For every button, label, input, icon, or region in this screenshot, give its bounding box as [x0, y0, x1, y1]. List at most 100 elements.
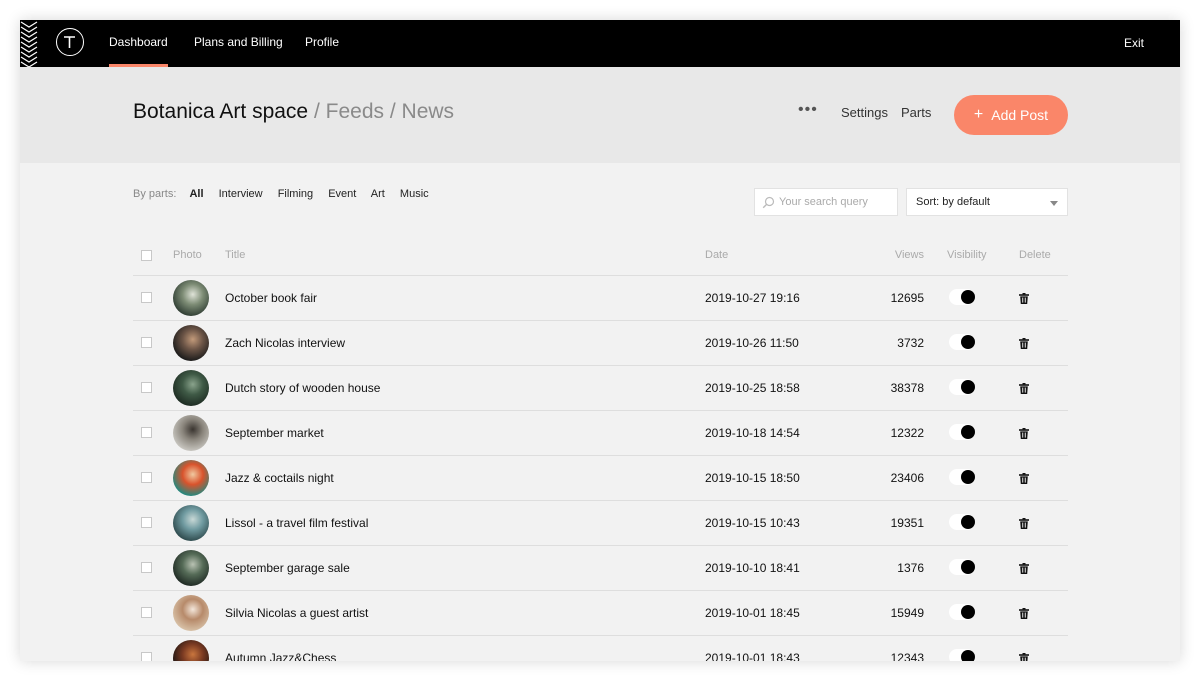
toggle-knob	[961, 425, 975, 439]
table-row[interactable]: September garage sale 2019-10-10 18:41 1…	[133, 546, 1068, 591]
post-photo	[173, 550, 209, 586]
filter-music[interactable]: Music	[400, 188, 429, 200]
app-frame: Dashboard Plans and Billing Profile Exit…	[20, 20, 1180, 661]
column-visibility: Visibility	[947, 249, 987, 261]
post-photo	[173, 640, 209, 661]
row-checkbox[interactable]	[141, 427, 152, 438]
exit-button[interactable]: Exit	[1124, 20, 1144, 67]
table-row[interactable]: September market 2019-10-18 14:54 12322	[133, 411, 1068, 456]
visibility-toggle[interactable]	[949, 514, 975, 530]
post-title[interactable]: Dutch story of wooden house	[225, 366, 380, 410]
row-checkbox[interactable]	[141, 607, 152, 618]
post-title[interactable]: September garage sale	[225, 546, 350, 590]
post-date: 2019-10-01 18:45	[705, 606, 800, 620]
breadcrumb-current-page: News	[401, 100, 455, 123]
row-checkbox[interactable]	[141, 472, 152, 483]
plus-icon: +	[973, 106, 984, 123]
row-checkbox[interactable]	[141, 382, 152, 393]
post-photo	[173, 325, 209, 361]
visibility-toggle[interactable]	[949, 604, 975, 620]
visibility-toggle[interactable]	[949, 559, 975, 575]
visibility-toggle[interactable]	[949, 334, 975, 350]
add-post-label: Add Post	[991, 107, 1049, 123]
post-date: 2019-10-26 11:50	[705, 336, 799, 350]
part-filters: By parts: All Interview Filming Event Ar…	[133, 188, 441, 200]
filter-event[interactable]: Event	[328, 188, 356, 200]
table-row[interactable]: Lissol - a travel film festival 2019-10-…	[133, 501, 1068, 546]
nav-plans-and-billing[interactable]: Plans and Billing	[194, 20, 283, 67]
row-checkbox[interactable]	[141, 562, 152, 573]
chevron-down-icon	[1050, 201, 1058, 206]
trash-icon[interactable]	[1019, 473, 1029, 484]
table-row[interactable]: Zach Nicolas interview 2019-10-26 11:50 …	[133, 321, 1068, 366]
filter-interview[interactable]: Interview	[219, 188, 263, 200]
row-checkbox[interactable]	[141, 337, 152, 348]
visibility-toggle[interactable]	[949, 649, 975, 661]
toggle-knob	[961, 515, 975, 529]
filter-filming[interactable]: Filming	[278, 188, 313, 200]
posts-table: Photo Title Date Views Visibility Delete…	[133, 241, 1068, 661]
zigzag-pattern-icon	[20, 21, 38, 67]
visibility-toggle[interactable]	[949, 469, 975, 485]
visibility-toggle[interactable]	[949, 289, 975, 305]
table-row[interactable]: Silvia Nicolas a guest artist 2019-10-01…	[133, 591, 1068, 636]
breadcrumb-separator: /	[389, 100, 396, 123]
trash-icon[interactable]	[1019, 653, 1029, 661]
sort-select[interactable]: Sort: by default	[906, 188, 1068, 216]
post-title[interactable]: September market	[225, 411, 324, 455]
post-title[interactable]: Lissol - a travel film festival	[225, 501, 368, 545]
settings-link[interactable]: Settings	[841, 105, 888, 120]
trash-icon[interactable]	[1019, 428, 1029, 439]
post-title[interactable]: Autumn Jazz&Chess	[225, 636, 336, 661]
parts-link[interactable]: Parts	[901, 105, 931, 120]
post-views: 12322	[890, 426, 924, 440]
nav-profile[interactable]: Profile	[305, 20, 339, 67]
filter-all[interactable]: All	[189, 188, 203, 200]
toggle-knob	[961, 560, 975, 574]
select-all-checkbox[interactable]	[141, 250, 152, 261]
trash-icon[interactable]	[1019, 383, 1029, 394]
post-date: 2019-10-15 10:43	[705, 516, 800, 530]
column-date[interactable]: Date	[705, 241, 728, 269]
trash-icon[interactable]	[1019, 293, 1029, 304]
post-views: 38378	[890, 381, 924, 395]
filters-label: By parts:	[133, 188, 177, 200]
search-input[interactable]	[779, 189, 894, 215]
post-title[interactable]: Jazz & coctails night	[225, 456, 334, 500]
post-views: 23406	[890, 471, 924, 485]
add-post-button[interactable]: + Add Post	[954, 95, 1068, 135]
table-row[interactable]: Jazz & coctails night 2019-10-15 18:50 2…	[133, 456, 1068, 501]
row-checkbox[interactable]	[141, 517, 152, 528]
post-title[interactable]: Silvia Nicolas a guest artist	[225, 591, 368, 635]
search-box	[754, 188, 898, 216]
breadcrumb-feeds[interactable]: Feeds	[326, 100, 384, 123]
post-photo	[173, 370, 209, 406]
breadcrumb-project[interactable]: Botanica Art space	[133, 100, 308, 123]
visibility-toggle[interactable]	[949, 379, 975, 395]
toggle-knob	[961, 335, 975, 349]
post-title[interactable]: October book fair	[225, 276, 317, 320]
visibility-toggle[interactable]	[949, 424, 975, 440]
post-photo	[173, 595, 209, 631]
post-title[interactable]: Zach Nicolas interview	[225, 321, 345, 365]
row-checkbox[interactable]	[141, 292, 152, 303]
t-logo-icon[interactable]	[56, 28, 84, 56]
toggle-knob	[961, 605, 975, 619]
table-row[interactable]: October book fair 2019-10-27 19:16 12695	[133, 276, 1068, 321]
post-date: 2019-10-10 18:41	[705, 561, 800, 575]
trash-icon[interactable]	[1019, 338, 1029, 349]
toggle-knob	[961, 470, 975, 484]
trash-icon[interactable]	[1019, 608, 1029, 619]
filter-art[interactable]: Art	[371, 188, 385, 200]
top-navigation-bar: Dashboard Plans and Billing Profile Exit	[20, 20, 1180, 67]
column-views[interactable]: Views	[895, 241, 924, 269]
nav-dashboard[interactable]: Dashboard	[109, 20, 168, 67]
trash-icon[interactable]	[1019, 563, 1029, 574]
table-row[interactable]: Dutch story of wooden house 2019-10-25 1…	[133, 366, 1068, 411]
toggle-knob	[961, 380, 975, 394]
column-title[interactable]: Title	[225, 241, 245, 269]
trash-icon[interactable]	[1019, 518, 1029, 529]
table-row[interactable]: Autumn Jazz&Chess 2019-10-01 18:43 12343	[133, 636, 1068, 661]
more-options-icon[interactable]: •••	[798, 101, 818, 119]
row-checkbox[interactable]	[141, 652, 152, 661]
